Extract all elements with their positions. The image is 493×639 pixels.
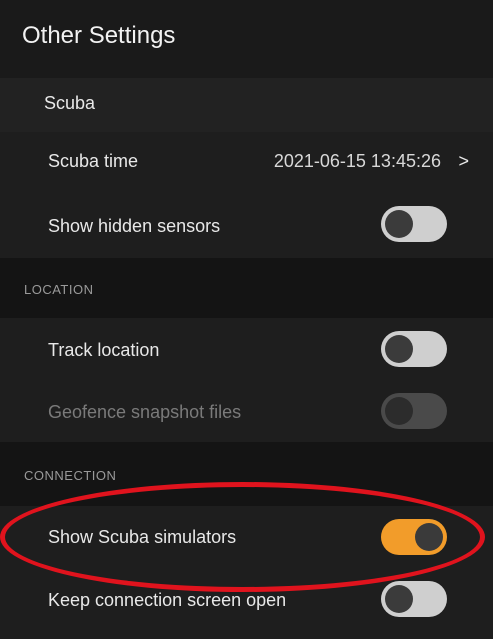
show-scuba-simulators-label: Show Scuba simulators <box>48 527 237 547</box>
keep-connection-screen-open-toggle[interactable] <box>381 581 447 617</box>
connection-section-header: CONNECTION <box>0 442 493 506</box>
geofence-snapshot-files-row: Geofence snapshot files <box>0 380 493 442</box>
show-scuba-simulators-toggle[interactable] <box>381 519 447 555</box>
track-location-toggle[interactable] <box>381 331 447 367</box>
track-location-label: Track location <box>48 340 160 360</box>
show-hidden-sensors-label: Show hidden sensors <box>48 216 221 236</box>
toggle-knob <box>385 585 413 613</box>
toggle-knob <box>385 397 413 425</box>
scuba-time-value: 2021-06-15 13:45:26 <box>273 151 441 171</box>
keep-connection-screen-open-row: Keep connection screen open <box>0 568 493 639</box>
show-hidden-sensors-toggle[interactable] <box>381 206 447 242</box>
show-scuba-simulators-row: Show Scuba simulators <box>0 506 493 568</box>
track-location-row: Track location <box>0 318 493 380</box>
scuba-section-header: Scuba <box>0 78 493 132</box>
keep-connection-screen-open-label: Keep connection screen open <box>48 590 287 610</box>
location-section-title: LOCATION <box>24 282 94 297</box>
toggle-knob <box>385 210 413 238</box>
connection-section-title: CONNECTION <box>24 468 117 483</box>
page-title: Other Settings <box>22 22 176 49</box>
geofence-snapshot-files-label: Geofence snapshot files <box>48 402 242 422</box>
toggle-knob <box>415 523 443 551</box>
scuba-time-label: Scuba time <box>48 151 139 171</box>
geofence-snapshot-files-toggle <box>381 393 447 429</box>
title-bar: Other Settings <box>0 0 493 78</box>
scuba-time-row[interactable]: Scuba time 2021-06-15 13:45:26 > <box>0 132 493 190</box>
location-section-header: LOCATION <box>0 258 493 318</box>
chevron-right-icon: > <box>458 151 469 171</box>
toggle-knob <box>385 335 413 363</box>
show-hidden-sensors-row: Show hidden sensors <box>0 190 493 258</box>
scuba-section-title: Scuba <box>44 93 96 113</box>
